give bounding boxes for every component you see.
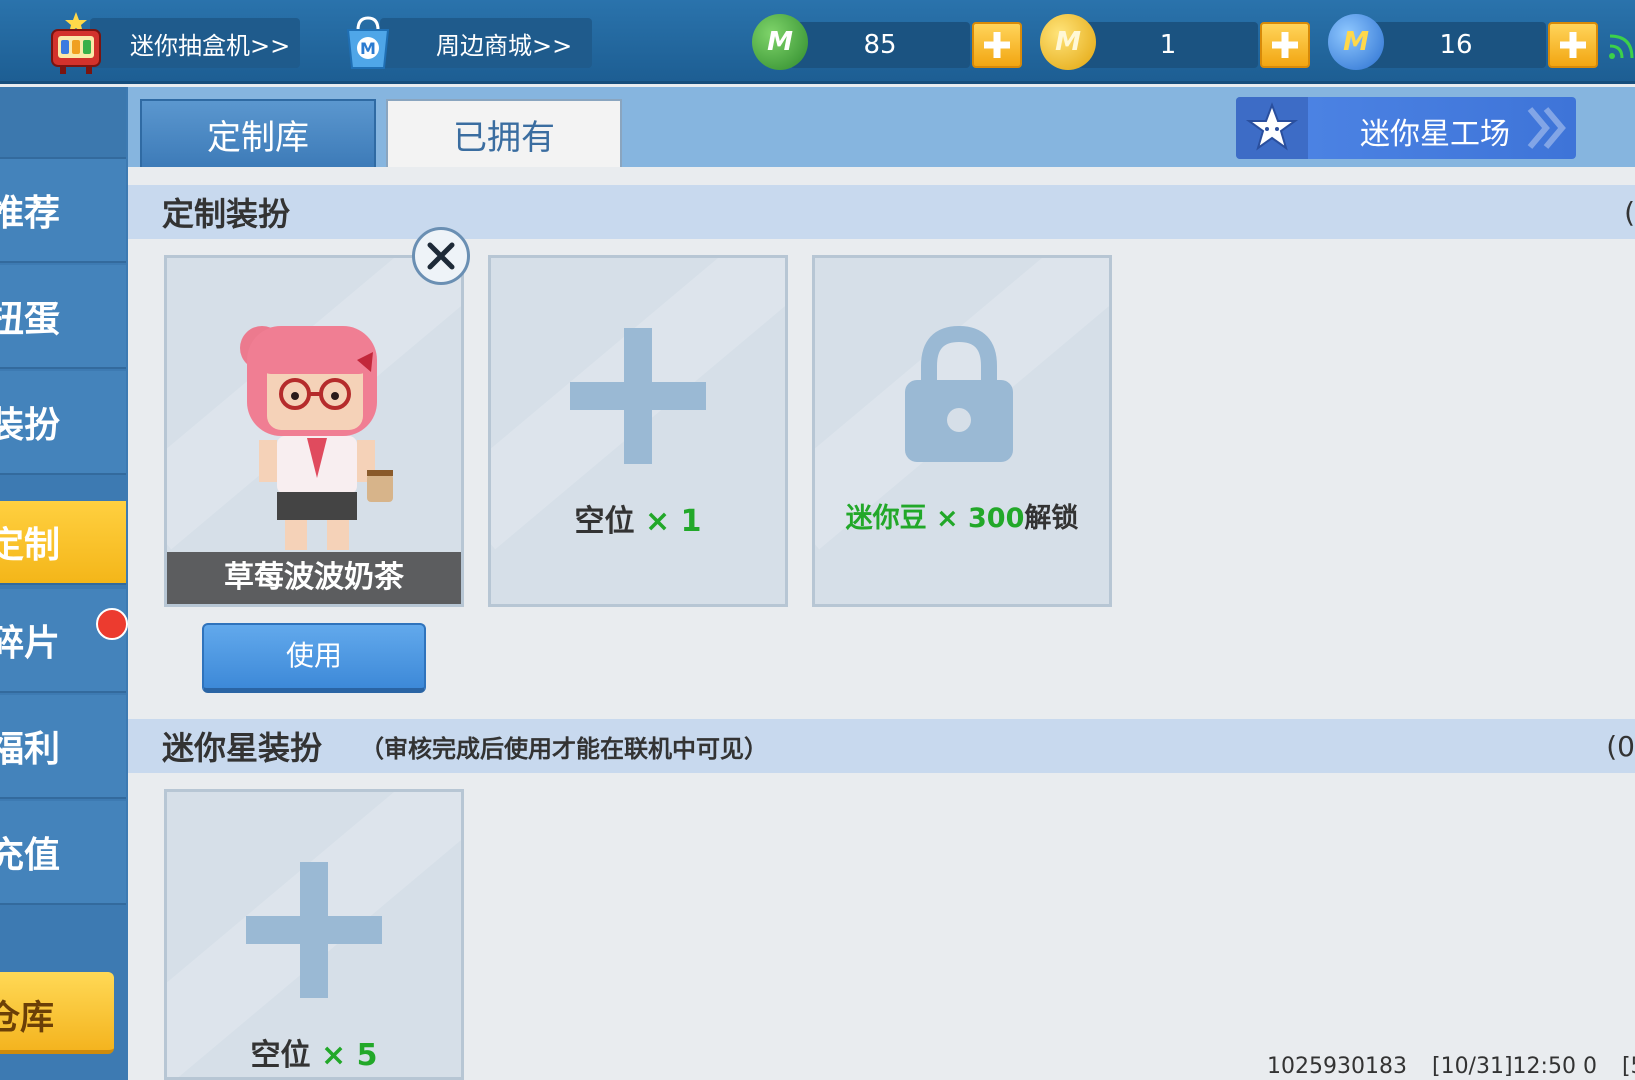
tab-owned[interactable]: 已拥有 <box>386 99 622 167</box>
sidebar-item-label: 推荐 <box>0 193 61 234</box>
gacha-machine-icon <box>51 12 101 74</box>
mini-star-slot-empty[interactable]: 空位 × 5 <box>164 789 464 1080</box>
sidebar-item-label: 福利 <box>0 729 61 770</box>
tab-custom-library-label: 定制库 <box>207 117 309 158</box>
gold-m-coin-icon: M <box>1040 14 1096 70</box>
svg-text:M: M <box>360 39 376 58</box>
timestamp: [10/31]12:50 0 <box>1431 1054 1597 1079</box>
warehouse-label: 仓库 <box>0 998 54 1038</box>
sidebar-item-label: 充值 <box>0 835 61 876</box>
sidebar-item-recharge[interactable]: 充值 <box>0 801 126 905</box>
merch-mall-label: 周边商城>> <box>436 31 573 60</box>
tabs-row: 定制库 已拥有 迷你星工场 <box>128 87 1635 167</box>
item-name: 草莓波波奶茶 <box>167 552 461 604</box>
sidebar-item-label: 装扮 <box>0 405 61 446</box>
sidebar-top-spacer <box>0 87 126 159</box>
custom-outfit-slot-item[interactable]: 草莓波波奶茶 <box>164 255 464 607</box>
sidebar-item-label: 碎片 <box>0 623 61 664</box>
remove-item-button[interactable] <box>412 227 470 285</box>
custom-outfit-slot-empty[interactable]: 空位 × 1 <box>488 255 788 607</box>
debug-status-line: 1025930183 [10/31]12:50 0 [58]1 <box>1267 1054 1635 1079</box>
star-icon <box>1245 102 1299 151</box>
blue-coin-counter: 16 <box>1366 22 1546 68</box>
sidebar-item-recommend[interactable]: 推荐 <box>0 159 126 263</box>
mini-star-workshop-label: 迷你星工场 <box>1360 117 1510 152</box>
empty-slot-text: 空位 × 5 <box>167 1030 461 1074</box>
mini-star-workshop-button[interactable]: 迷你星工场 <box>1236 97 1576 159</box>
custom-outfit-count: ( <box>1624 195 1635 229</box>
green-coin-counter: 85 <box>790 22 970 68</box>
mini-star-outfit-title: 迷你星装扮 <box>162 729 323 767</box>
top-bar: 迷你抽盒机>> 周边商城>> M 85 M 1 M 16 M <box>0 0 1635 84</box>
blue-coin-value: 16 <box>1439 30 1473 60</box>
plus-icon <box>570 328 706 464</box>
gacha-machine-button[interactable]: 迷你抽盒机>> <box>90 18 300 68</box>
mini-star-outfit-count: (0 <box>1606 729 1635 763</box>
star-icon-box <box>1236 97 1308 159</box>
green-coin-value: 85 <box>863 30 897 60</box>
sidebar-item-gacha[interactable]: 扭蛋 <box>0 265 126 369</box>
chevron-right-icon <box>1527 107 1566 149</box>
sidebar-item-outfit[interactable]: 装扮 <box>0 371 126 475</box>
character-avatar <box>240 326 393 550</box>
sidebar-item-label: 扭蛋 <box>0 299 61 340</box>
use-button[interactable]: 使用 <box>202 623 426 693</box>
empty-slot-label: 空位 <box>250 1038 311 1073</box>
gold-coin-value: 1 <box>1159 30 1177 60</box>
main-content: 定制装扮 (草莓波波奶茶 使用 空位 × 1 迷你豆 × 300解锁 迷你星装… <box>128 167 1635 1080</box>
custom-outfit-title: 定制装扮 <box>162 195 291 233</box>
custom-outfit-header: 定制装扮 ( <box>128 185 1635 239</box>
use-button-label: 使用 <box>285 639 342 672</box>
sidebar-item-label: 定制 <box>0 525 61 566</box>
add-green-coin-button[interactable] <box>972 22 1022 68</box>
tab-custom-library[interactable]: 定制库 <box>140 99 376 167</box>
blue-m-coin-icon: M <box>1328 14 1384 70</box>
unlock-cost: 迷你豆 × 300 <box>845 503 1025 534</box>
gacha-machine-label: 迷你抽盒机>> <box>130 31 291 60</box>
gold-coin-counter: 1 <box>1078 22 1258 68</box>
wifi-signal-icon <box>1609 34 1634 59</box>
warehouse-button[interactable]: 仓库 <box>0 972 114 1054</box>
plus-icon <box>246 862 382 998</box>
notification-dot <box>96 608 128 640</box>
add-gold-coin-button[interactable] <box>1260 22 1310 68</box>
sidebar-item-welfare[interactable]: 福利 <box>0 695 126 799</box>
green-m-coin-icon: M <box>752 14 808 70</box>
empty-slot-text: 空位 × 1 <box>491 496 785 540</box>
tab-owned-label: 已拥有 <box>453 117 555 158</box>
unlock-label: 解锁 <box>1024 503 1079 534</box>
empty-slot-count: × 5 <box>320 1038 378 1073</box>
empty-slot-label: 空位 <box>574 504 635 539</box>
custom-outfit-slot-locked[interactable]: 迷你豆 × 300解锁 <box>812 255 1112 607</box>
add-blue-coin-button[interactable] <box>1548 22 1598 68</box>
close-icon <box>427 242 455 270</box>
mini-star-outfit-note: （审核完成后使用才能在联机中可见） <box>360 734 768 763</box>
merch-mall-button[interactable]: 周边商城>> <box>380 18 592 68</box>
shopping-bag-icon: M <box>346 16 390 69</box>
sidebar-item-fragments[interactable]: 碎片 <box>0 589 126 693</box>
sidebar-item-custom[interactable]: 定制 <box>0 501 126 585</box>
fps-counter: [58]1 <box>1621 1054 1635 1079</box>
user-id: 1025930183 <box>1267 1054 1407 1079</box>
locked-slot-text: 迷你豆 × 300解锁 <box>815 496 1109 535</box>
mini-star-outfit-header: 迷你星装扮 （审核完成后使用才能在联机中可见） (0 <box>128 719 1635 773</box>
empty-slot-count: × 1 <box>644 504 702 539</box>
lock-icon <box>905 325 1013 462</box>
left-sidebar: 推荐 扭蛋 装扮 定制 碎片 福利 充值 <box>0 87 128 1080</box>
